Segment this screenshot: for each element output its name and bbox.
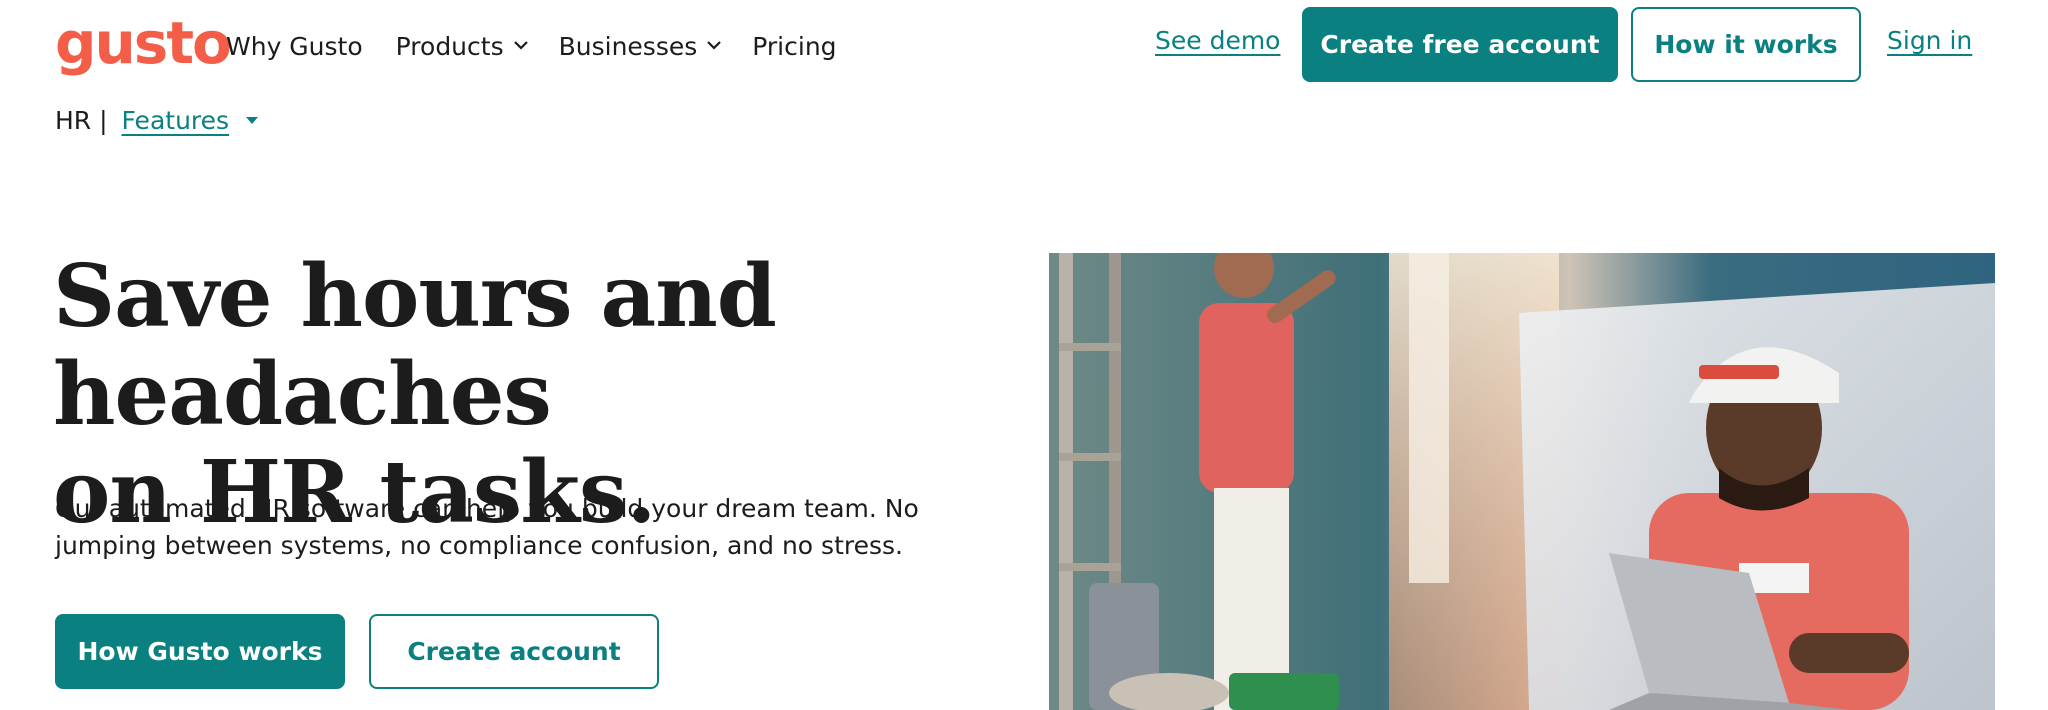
- gusto-logo[interactable]: gusto: [55, 14, 232, 72]
- nav-why-gusto[interactable]: Why Gusto: [226, 32, 363, 61]
- how-it-works-button[interactable]: How it works: [1631, 7, 1861, 82]
- main-nav: Why Gusto Products Businesses Pricing: [226, 26, 870, 66]
- nav-why-gusto-label: Why Gusto: [226, 31, 363, 61]
- how-gusto-works-button[interactable]: How Gusto works: [55, 614, 345, 689]
- see-demo-link[interactable]: See demo: [1155, 26, 1280, 55]
- chevron-down-icon: [707, 40, 722, 52]
- breadcrumb-section: HR |: [55, 106, 108, 135]
- chevron-down-icon: [513, 40, 528, 52]
- caret-down-icon[interactable]: [245, 116, 259, 125]
- nav-products-label: Products: [395, 31, 504, 61]
- nav-pricing[interactable]: Pricing: [752, 32, 836, 61]
- sign-in-link[interactable]: Sign in: [1887, 26, 1972, 55]
- hero-description-line-1: Our automated HR software can help you b…: [55, 494, 919, 523]
- hero-photo: [1049, 253, 1995, 710]
- page-title-line-1: Save hours and headaches: [53, 246, 777, 445]
- features-dropdown[interactable]: Features: [122, 106, 230, 135]
- hero-description-line-2: jumping between systems, no compliance c…: [55, 531, 903, 560]
- create-account-button[interactable]: Create account: [369, 614, 659, 689]
- create-free-account-button[interactable]: Create free account: [1302, 7, 1618, 82]
- nav-businesses[interactable]: Businesses: [558, 31, 722, 61]
- nav-businesses-label: Businesses: [558, 31, 698, 61]
- hero-description: Our automated HR software can help you b…: [55, 490, 955, 564]
- breadcrumb: HR | Features: [55, 106, 259, 135]
- nav-pricing-label: Pricing: [752, 31, 837, 61]
- nav-products[interactable]: Products: [395, 31, 528, 61]
